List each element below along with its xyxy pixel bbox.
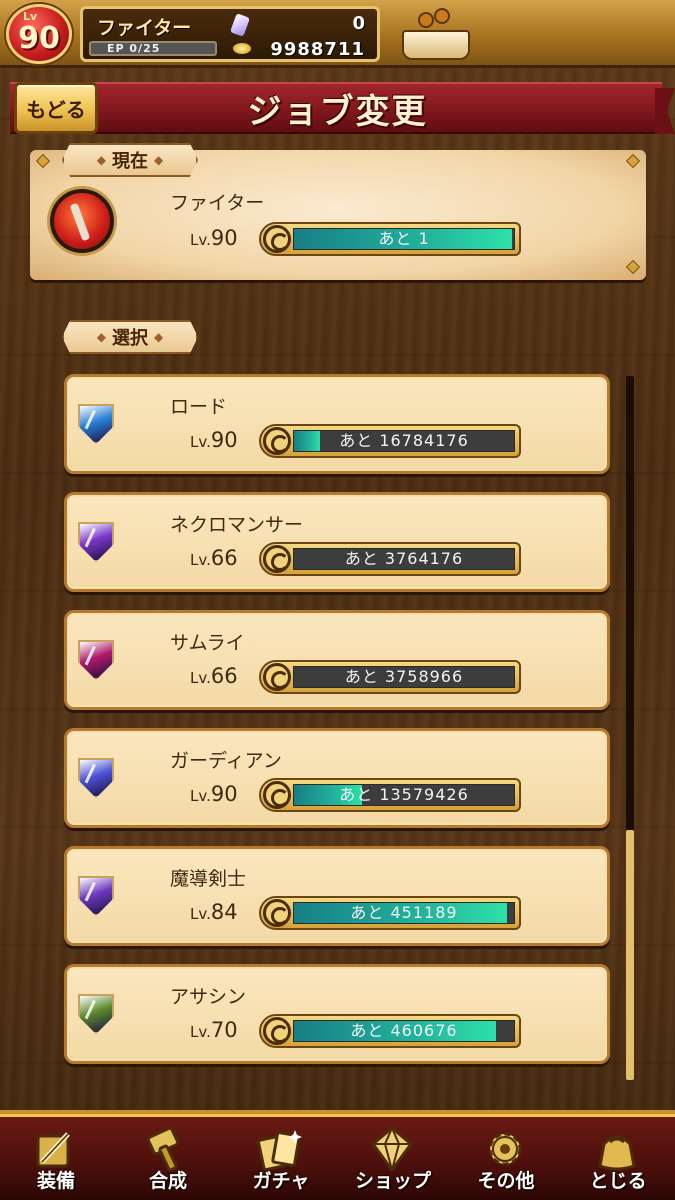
- lv-prefix: Lv.: [190, 551, 211, 569]
- ep-text: EP 0/25: [107, 42, 161, 55]
- exp-remaining: あと 451189: [350, 903, 458, 922]
- exp-remaining: あと 13579426: [339, 785, 469, 804]
- scrollbar[interactable]: [626, 376, 634, 1080]
- level-value: 90: [210, 782, 238, 806]
- page-title: ジョブ変更: [247, 92, 428, 132]
- lv-prefix: Lv.: [190, 787, 211, 805]
- current-job-level: Lv.90: [190, 226, 238, 250]
- nav-label: ガチャ: [252, 1170, 310, 1192]
- lv-prefix: Lv.: [190, 433, 211, 451]
- job-title: 魔導剣士: [170, 868, 247, 890]
- bottom-nav: 装備 合成 ガチャ ショップ その他 とじる: [0, 1110, 675, 1200]
- section-label-current: ◆ 現在 ◆: [62, 143, 198, 177]
- scrollbar-thumb[interactable]: [626, 830, 634, 1080]
- gem-icon: [230, 13, 250, 37]
- nav-gacha[interactable]: ガチャ: [225, 1114, 337, 1200]
- gold-count: 9988711: [270, 39, 365, 60]
- swirl-icon: [263, 781, 291, 809]
- lv-prefix: Lv.: [190, 669, 211, 687]
- nav-close[interactable]: とじる: [562, 1114, 674, 1200]
- job-level: Lv.70: [190, 1018, 238, 1042]
- nav-other[interactable]: その他: [450, 1114, 562, 1200]
- current-job-name: ファイター: [97, 17, 192, 39]
- lv-prefix: Lv.: [190, 905, 211, 923]
- nav-equipment[interactable]: 装備: [0, 1114, 112, 1200]
- lv-prefix: Lv.: [190, 1023, 211, 1041]
- exp-remaining: あと 1: [378, 229, 430, 248]
- exp-remaining: あと 460676: [350, 1021, 458, 1040]
- current-job-title: ファイター: [170, 192, 265, 214]
- player-level-badge: Lv 90: [6, 4, 72, 64]
- coin-icon: [233, 43, 251, 54]
- job-level: Lv.90: [190, 428, 238, 452]
- ep-bar: EP 0/25: [89, 41, 217, 56]
- corner-ornament: [35, 153, 51, 169]
- swirl-icon: [263, 899, 291, 927]
- exp-remaining: あと 3758966: [344, 667, 464, 686]
- fighter-axe-icon: [50, 189, 114, 253]
- job-level: Lv.66: [190, 546, 238, 570]
- level-value: 90: [210, 428, 238, 452]
- swirl-icon: [263, 663, 291, 691]
- level-value: 84: [210, 900, 238, 924]
- job-title: サムライ: [170, 632, 245, 654]
- exp-remaining: あと 3764176: [344, 549, 464, 568]
- exp-bar: あと 13579426: [259, 778, 521, 812]
- level-value: 66: [210, 546, 238, 570]
- gem-count: 0: [352, 13, 365, 34]
- exp-remaining: あと 16784176: [339, 431, 469, 450]
- exp-bar: あと 460676: [259, 1014, 521, 1048]
- nav-label: その他: [477, 1170, 535, 1192]
- current-exp-bar: あと 1: [259, 222, 521, 256]
- nav-synthesis[interactable]: 合成: [112, 1114, 224, 1200]
- book-icon: [402, 30, 470, 60]
- player-level: 90: [18, 21, 60, 56]
- friends-book-button[interactable]: [400, 8, 472, 62]
- nav-label: とじる: [589, 1170, 647, 1192]
- swirl-icon: [263, 1017, 291, 1045]
- status-bar: Lv 90 ファイター EP 0/25 0 9988711: [0, 0, 675, 68]
- exp-bar: あと 3758966: [259, 660, 521, 694]
- swirl-icon: [263, 545, 291, 573]
- exp-bar: あと 451189: [259, 896, 521, 930]
- job-title: ネクロマンサー: [170, 514, 304, 536]
- corner-ornament: [625, 153, 641, 169]
- nav-label: 装備: [36, 1170, 75, 1192]
- level-value: 70: [210, 1018, 238, 1042]
- job-level: Lv.66: [190, 664, 238, 688]
- section-label-select-text: 選択: [112, 328, 148, 349]
- lv-prefix: Lv.: [190, 231, 211, 249]
- section-label-current-text: 現在: [112, 151, 148, 172]
- exp-bar: あと 16784176: [259, 424, 521, 458]
- nav-shop[interactable]: ショップ: [337, 1114, 449, 1200]
- level-value: 66: [210, 664, 238, 688]
- swirl-icon: [263, 427, 291, 455]
- job-title: ロード: [170, 396, 228, 418]
- level-value: 90: [210, 226, 238, 250]
- exp-bar: あと 3764176: [259, 542, 521, 576]
- job-level: Lv.84: [190, 900, 238, 924]
- job-title: アサシン: [170, 986, 247, 1008]
- section-label-select: ◆ 選択 ◆: [62, 320, 198, 354]
- job-title: ガーディアン: [170, 750, 282, 772]
- swirl-icon: [263, 225, 291, 253]
- nav-label: 合成: [148, 1170, 187, 1192]
- player-info-panel: ファイター EP 0/25 0 9988711: [80, 6, 380, 62]
- corner-ornament: [625, 259, 641, 275]
- job-level: Lv.90: [190, 782, 238, 806]
- nav-label: ショップ: [354, 1170, 431, 1192]
